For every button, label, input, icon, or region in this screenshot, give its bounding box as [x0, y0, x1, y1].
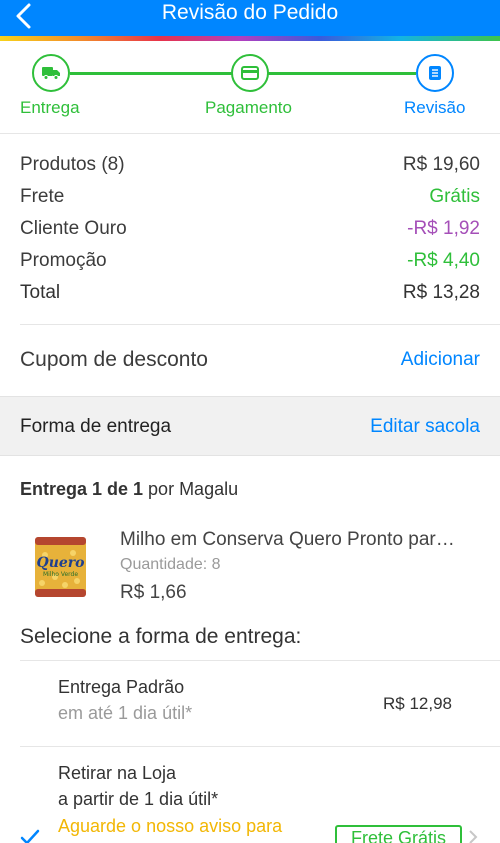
section-title: Forma de entrega — [20, 416, 172, 437]
step-revisao[interactable] — [416, 54, 454, 92]
summary-label: Promoção — [20, 250, 107, 271]
summary-label: Produtos (8) — [20, 154, 125, 175]
delivery-section-header: Forma de entrega Editar sacola — [0, 396, 500, 456]
chevron-right-icon — [469, 830, 478, 843]
option-eta: em até 1 dia útil* — [58, 703, 193, 723]
checkout-stepper: Entrega Pagamento Revisão — [0, 41, 500, 133]
edit-bag-button[interactable]: Editar sacola — [370, 416, 480, 438]
shipment-title-bold: Entrega 1 de 1 — [20, 479, 144, 499]
step-pagamento[interactable] — [231, 54, 269, 92]
product-price: R$ 1,66 — [120, 582, 187, 603]
step-label-entrega: Entrega — [20, 98, 80, 117]
free-shipping-badge: Frete Grátis — [335, 825, 462, 843]
delivery-options-title: Selecione a forma de entrega: — [20, 625, 302, 648]
add-coupon-button[interactable]: Adicionar — [401, 349, 480, 371]
truck-icon — [42, 67, 60, 80]
summary-row-frete: Frete Grátis — [20, 182, 480, 212]
product-image: Quero Milho Verde — [35, 537, 86, 597]
step-label-revisao: Revisão — [404, 98, 466, 117]
divider — [20, 660, 500, 661]
summary-row-produtos: Produtos (8) R$ 19,60 — [20, 150, 480, 180]
divider — [20, 324, 500, 325]
coupon-row: Cupom de desconto Adicionar — [20, 348, 480, 372]
product-name[interactable]: Milho em Conserva Quero Pronto par… — [120, 529, 480, 551]
product-image-brand: Quero — [37, 555, 85, 571]
summary-value: Grátis — [429, 186, 480, 207]
option-name: Retirar na Loja — [58, 763, 177, 783]
stepper-line — [268, 72, 416, 75]
shipment-title: Entrega 1 de 1 por Magalu — [20, 479, 238, 500]
summary-row-cliente-ouro: Cliente Ouro -R$ 1,92 — [20, 214, 480, 244]
divider — [0, 133, 500, 134]
divider — [20, 746, 500, 747]
app-header: Revisão do Pedido — [0, 0, 500, 36]
summary-value: R$ 13,28 — [402, 282, 480, 303]
credit-card-icon — [241, 66, 259, 80]
step-label-pagamento: Pagamento — [205, 98, 292, 117]
summary-row-promocao: Promoção -R$ 4,40 — [20, 246, 480, 276]
step-entrega[interactable] — [32, 54, 70, 92]
product-image-caption: Milho Verde — [43, 571, 78, 578]
summary-row-total: Total R$ 13,28 — [20, 278, 480, 308]
option-name: Entrega Padrão — [58, 677, 185, 697]
shipment-title-seller: por Magalu — [143, 479, 239, 499]
option-price: R$ 12,98 — [383, 694, 452, 713]
summary-label: Frete — [20, 186, 65, 207]
summary-value: R$ 19,60 — [402, 154, 480, 175]
option-eta: a partir de 1 dia útil* — [58, 789, 219, 809]
summary-label: Total — [20, 282, 61, 303]
page-title: Revisão do Pedido — [161, 1, 339, 24]
product-quantity: Quantidade: 8 — [120, 556, 221, 573]
stepper-line — [70, 72, 232, 75]
summary-label: Cliente Ouro — [20, 218, 127, 239]
summary-value: -R$ 4,40 — [407, 250, 480, 271]
checkmark-icon — [20, 829, 40, 843]
document-icon — [429, 66, 441, 80]
summary-value: -R$ 1,92 — [407, 218, 480, 239]
coupon-label: Cupom de desconto — [20, 348, 208, 371]
option-notice: Aguarde o nosso aviso para — [58, 816, 283, 836]
